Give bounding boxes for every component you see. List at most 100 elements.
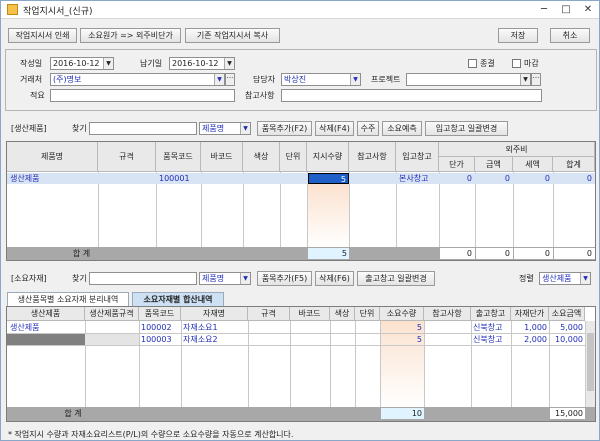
production-delete-button[interactable]: 삭제(F4) (315, 121, 354, 136)
row-tax[interactable]: 0 (513, 173, 553, 184)
material-warehouse-button[interactable]: 출고창고 일괄변경 (357, 271, 435, 286)
sum-qty: 10 (381, 408, 424, 419)
col-header-color[interactable]: 색상 (330, 307, 355, 321)
col-header-warehouse[interactable]: 출고창고 (471, 307, 511, 321)
sort-label: 정렬 (519, 274, 534, 283)
col-header-product[interactable]: 생산제품 (7, 307, 85, 321)
col-header-color[interactable]: 색상 (243, 142, 280, 172)
col-header-total[interactable]: 합계 (553, 157, 595, 172)
col-header-name[interactable]: 제품명 (7, 142, 98, 172)
row-code[interactable]: 100002 (141, 322, 172, 333)
production-add-button[interactable]: 품목추가(F2) (257, 121, 312, 136)
material-add-button[interactable]: 품목추가(F5) (257, 271, 312, 286)
material-search-input[interactable] (89, 272, 197, 285)
chevron-down-icon[interactable]: ▼ (350, 74, 360, 85)
sum-amount: 15,000 (550, 408, 585, 419)
tab-by-product[interactable]: 생산품목별 소요자재 분리내역 (7, 292, 129, 306)
sort-select[interactable]: 생산제품 ▼ (539, 272, 591, 285)
row-qty-cell[interactable]: 5 (308, 173, 349, 184)
close-button[interactable]: ✕ (581, 3, 595, 17)
col-header-barcode[interactable]: 바코드 (290, 307, 330, 321)
row-material-name[interactable]: 자재소요1 (183, 322, 218, 333)
row-price[interactable]: 2,000 (511, 334, 549, 345)
col-header-amount[interactable]: 소요금액 (549, 307, 585, 321)
col-header-barcode[interactable]: 바코드 (201, 142, 243, 172)
finish-label: 종결 (480, 59, 495, 68)
row-product-merged (7, 334, 85, 345)
reference-field[interactable] (281, 89, 542, 102)
col-header-qty[interactable]: 지시수량 (307, 142, 349, 172)
col-header-note[interactable]: 참고사항 (349, 142, 396, 172)
row-product-spec-merged (85, 334, 139, 345)
close-checkbox[interactable] (512, 59, 521, 68)
col-header-price[interactable]: 자재단가 (511, 307, 549, 321)
col-header-spec[interactable]: 규격 (98, 142, 156, 172)
row-amount[interactable]: 5,000 (549, 322, 585, 333)
chevron-down-icon[interactable]: ▼ (520, 74, 530, 85)
maximize-button[interactable]: □ (559, 3, 573, 17)
row-amount[interactable]: 10,000 (549, 334, 585, 345)
chevron-down-icon[interactable]: ▼ (240, 273, 250, 284)
col-header-qty[interactable]: 소요수량 (380, 307, 424, 321)
chevron-down-icon[interactable]: ▼ (224, 58, 234, 69)
production-field-select[interactable]: 제품명 ▼ (199, 122, 251, 135)
print-button[interactable]: 작업지시서 인쇄 (8, 28, 77, 43)
save-button[interactable]: 저장 (498, 28, 538, 43)
col-header-material-name[interactable]: 자재명 (181, 307, 248, 321)
production-search-label: 찾기 (72, 124, 87, 133)
manager-field[interactable]: 박상진 ▼ (281, 73, 361, 86)
col-header-spec[interactable]: 규격 (248, 307, 290, 321)
client-search-button[interactable]: ··· (225, 73, 235, 86)
row-price[interactable]: 1,000 (511, 322, 549, 333)
chevron-down-icon[interactable]: ▼ (103, 58, 113, 69)
copy-order-button[interactable]: 기존 작업지시서 복사 (185, 28, 280, 43)
client-field[interactable]: (주)명보 ▼ (50, 73, 225, 86)
row-product[interactable]: 생산제품 (10, 322, 39, 333)
production-forecast-button[interactable]: 소요예측 (382, 121, 422, 136)
memo-field[interactable] (50, 89, 235, 102)
material-delete-button[interactable]: 삭제(F6) (315, 271, 354, 286)
finish-checkbox[interactable] (468, 59, 477, 68)
row-price[interactable]: 0 (439, 173, 475, 184)
col-header-unit[interactable]: 단위 (355, 307, 380, 321)
chevron-down-icon[interactable]: ▼ (240, 123, 250, 134)
col-header-note[interactable]: 참고사항 (424, 307, 471, 321)
production-search-input[interactable] (89, 122, 197, 135)
row-qty[interactable]: 5 (381, 334, 424, 345)
vertical-scrollbar[interactable] (585, 321, 595, 407)
minimize-button[interactable]: ─ (537, 3, 551, 17)
col-header-unit[interactable]: 단위 (280, 142, 307, 172)
row-product-name[interactable]: 생산제품 (10, 173, 39, 184)
due-date-field[interactable]: 2016-10-12 ▼ (169, 57, 235, 70)
project-field[interactable]: ▼ (406, 73, 531, 86)
col-header-code[interactable]: 품목코드 (139, 307, 181, 321)
row-total[interactable]: 0 (553, 173, 595, 184)
row-warehouse[interactable]: 본사창고 (399, 173, 428, 184)
row-code[interactable]: 100003 (141, 334, 172, 345)
row-product-code[interactable]: 100001 (159, 173, 190, 184)
write-date-field[interactable]: 2016-10-12 ▼ (50, 57, 114, 70)
col-header-product-spec[interactable]: 생산제품규격 (85, 307, 139, 321)
row-qty[interactable]: 5 (381, 322, 424, 333)
row-warehouse[interactable]: 신북창고 (473, 322, 502, 333)
production-warehouse-button[interactable]: 입고창고 일괄변경 (425, 121, 508, 136)
material-field-select[interactable]: 제품명 ▼ (199, 272, 251, 285)
col-header-warehouse[interactable]: 입고창고 (396, 142, 439, 172)
chevron-down-icon[interactable]: ▼ (214, 74, 224, 85)
cost-to-outsource-button[interactable]: 소요원가 => 외주비단가 (80, 28, 181, 43)
production-order-button[interactable]: 수주 (357, 121, 379, 136)
row-material-name[interactable]: 자재소요2 (183, 334, 218, 345)
write-date-label: 작성일 (20, 59, 43, 68)
project-search-button[interactable]: ··· (531, 73, 541, 86)
row-warehouse[interactable]: 신북창고 (473, 334, 502, 345)
col-header-amount[interactable]: 금액 (475, 157, 513, 172)
tab-by-material[interactable]: 소요자재별 합산내역 (132, 292, 224, 306)
material-section-label: [소요자재] (11, 274, 47, 283)
cancel-button[interactable]: 취소 (550, 28, 590, 43)
chevron-down-icon[interactable]: ▼ (580, 273, 590, 284)
col-header-code[interactable]: 품목코드 (156, 142, 201, 172)
row-amount[interactable]: 0 (475, 173, 513, 184)
col-header-tax[interactable]: 세액 (513, 157, 553, 172)
col-header-price[interactable]: 단가 (439, 157, 475, 172)
window: 작업지시서_(신규) ─ □ ✕ 작업지시서 인쇄 소요원가 => 외주비단가 … (0, 0, 600, 441)
